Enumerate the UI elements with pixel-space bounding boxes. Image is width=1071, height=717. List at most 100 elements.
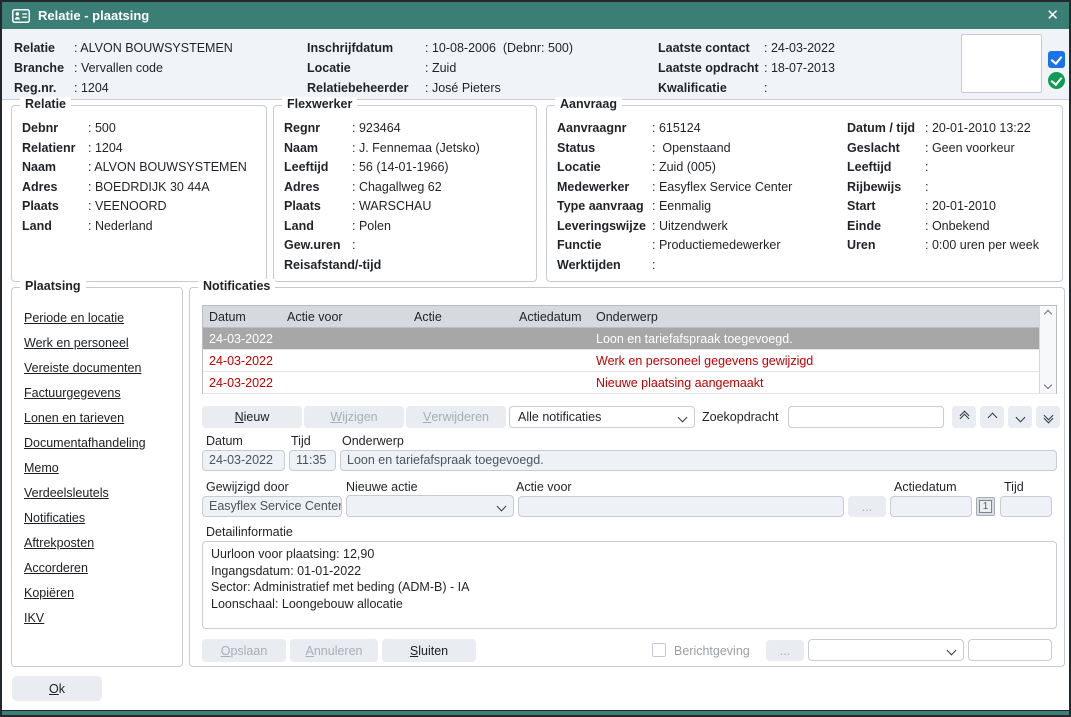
sidebar-item-documentafhandeling[interactable]: Documentafhandeling bbox=[24, 436, 182, 450]
col-header-actie[interactable]: Actie bbox=[408, 306, 513, 327]
table-row[interactable]: 24-03-2022 Loon en tariefafspraak toegev… bbox=[203, 328, 1056, 350]
field-value: Eenmalig bbox=[652, 197, 711, 217]
col-header-actie-voor[interactable]: Actie voor bbox=[281, 306, 408, 327]
field-value: 20-01-2010 13:22 bbox=[925, 119, 1031, 139]
sidebar-item-verdeelsleutels[interactable]: Verdeelsleutels bbox=[24, 486, 182, 500]
titlebar[interactable]: Relatie - plaatsing ✕ bbox=[2, 2, 1069, 29]
header-column-relatie: RelatieALVON BOUWSYSTEMEN BrancheVervall… bbox=[14, 38, 233, 98]
actiedatum-field[interactable] bbox=[890, 496, 972, 517]
chevron-down-icon bbox=[1015, 412, 1025, 422]
field-label: Regnr bbox=[284, 119, 352, 139]
header-label: Laatste opdracht bbox=[658, 58, 764, 78]
onderwerp-field[interactable]: Loon en tariefafspraak toegevoegd. bbox=[340, 450, 1057, 471]
berichtgeving-checkbox[interactable] bbox=[652, 643, 666, 657]
sluiten-button[interactable]: Sluiten bbox=[382, 639, 476, 662]
annuleren-button[interactable]: Annuleren bbox=[290, 639, 378, 662]
header-label: Kwalificatie bbox=[658, 78, 764, 98]
field-label: Plaats bbox=[22, 197, 88, 217]
cell-datum: 24-03-2022 bbox=[203, 372, 281, 393]
zoekopdracht-input[interactable] bbox=[788, 406, 944, 428]
sidebar-item-lonen-en-tarieven[interactable]: Lonen en tarieven bbox=[24, 411, 182, 425]
cell-onderwerp: Werk en personeel gegevens gewijzigd bbox=[590, 350, 1056, 371]
verwijderen-button[interactable]: Verwijderen bbox=[406, 406, 506, 428]
field-value: Productiemedewerker bbox=[652, 236, 781, 256]
wijzigen-button[interactable]: Wijzigen bbox=[304, 406, 404, 428]
col-header-onderwerp[interactable]: Onderwerp bbox=[590, 306, 1056, 327]
scroll-down-icon[interactable] bbox=[1044, 381, 1052, 389]
chevron-up-icon bbox=[987, 412, 997, 422]
field-label: Medewerker bbox=[557, 178, 652, 198]
header-value: 18-07-2013 bbox=[764, 58, 835, 78]
ok-button[interactable]: Ok bbox=[12, 676, 102, 701]
field-label: Functie bbox=[557, 236, 652, 256]
field-label: Aanvraagnr bbox=[557, 119, 652, 139]
sidebar-item-vereiste-documenten[interactable]: Vereiste documenten bbox=[24, 361, 182, 375]
sidebar-item-aftrekposten[interactable]: Aftrekposten bbox=[24, 536, 182, 550]
field-value bbox=[925, 178, 932, 198]
actie-voor-browse-button[interactable]: ... bbox=[848, 496, 886, 517]
berichtgeving-browse-button[interactable]: ... bbox=[766, 640, 804, 661]
sidebar-item-accorderen[interactable]: Accorderen bbox=[24, 561, 182, 575]
photo-placeholder bbox=[961, 34, 1042, 93]
field-value: J. Fennemaa (Jetsko) bbox=[352, 139, 480, 159]
sidebar-item-werk-en-personeel[interactable]: Werk en personeel bbox=[24, 336, 182, 350]
sidebar-item-factuurgegevens[interactable]: Factuurgegevens bbox=[24, 386, 182, 400]
berichtgeving-select[interactable] bbox=[808, 639, 964, 661]
datum-field[interactable]: 24-03-2022 bbox=[202, 450, 285, 471]
col-header-actiedatum[interactable]: Actiedatum bbox=[513, 306, 590, 327]
header-label: Relatiebeheerder bbox=[307, 78, 425, 98]
aanvraag-legend: Aanvraag bbox=[555, 97, 622, 111]
actie-voor-field[interactable] bbox=[518, 496, 844, 517]
tijd2-field[interactable] bbox=[1000, 496, 1052, 517]
gewijzigd-door-field[interactable]: Easyflex Service Center bbox=[202, 496, 342, 517]
nieuwe-actie-select[interactable] bbox=[346, 495, 514, 517]
plaatsing-legend: Plaatsing bbox=[20, 279, 86, 293]
sidebar-item-notificaties[interactable]: Notificaties bbox=[24, 511, 182, 525]
cell-datum: 24-03-2022 bbox=[203, 350, 281, 371]
previous-record-button[interactable] bbox=[980, 406, 1004, 428]
header-label: Reg.nr. bbox=[14, 78, 74, 98]
first-record-button[interactable] bbox=[952, 406, 976, 428]
field-label: Gew.uren bbox=[284, 236, 352, 256]
notification-filter-select[interactable]: Alle notificaties bbox=[509, 406, 695, 428]
cell-actie bbox=[408, 372, 513, 393]
table-row[interactable]: 24-03-2022 Nieuwe plaatsing aangemaakt bbox=[203, 372, 1056, 394]
header-label: Relatie bbox=[14, 38, 74, 58]
chevron-down-icon bbox=[497, 501, 507, 511]
field-label: Land bbox=[284, 217, 352, 237]
table-scrollbar[interactable] bbox=[1039, 306, 1056, 393]
field-label: Werktijden bbox=[557, 256, 652, 276]
close-icon[interactable]: ✕ bbox=[1046, 8, 1059, 23]
aanvraag-groupbox: Aanvraag Aanvraagnr615124 Status Opensta… bbox=[546, 105, 1063, 282]
field-value: 500 bbox=[88, 119, 116, 139]
detailinformatie-text[interactable]: Uurloon voor plaatsing: 12,90 Ingangsdat… bbox=[202, 541, 1057, 629]
next-record-button[interactable] bbox=[1008, 406, 1032, 428]
opslaan-button[interactable]: Opslaan bbox=[202, 639, 286, 662]
scroll-up-icon[interactable] bbox=[1044, 310, 1052, 318]
last-record-button[interactable] bbox=[1036, 406, 1060, 428]
sidebar-item-periode-en-locatie[interactable]: Periode en locatie bbox=[24, 311, 182, 325]
nieuw-button[interactable]: Nieuw bbox=[202, 406, 302, 428]
berichtgeving-extra-field[interactable] bbox=[968, 639, 1052, 661]
field-value: Chagallweg 62 bbox=[352, 178, 442, 198]
field-label: Einde bbox=[847, 217, 925, 237]
actie-voor-label: Actie voor bbox=[516, 480, 572, 494]
tijd-field[interactable]: 11:35 bbox=[289, 450, 336, 471]
field-value: ALVON BOUWSYSTEMEN bbox=[88, 158, 247, 178]
col-header-datum[interactable]: Datum bbox=[203, 306, 281, 327]
field-value: Nederland bbox=[88, 217, 153, 237]
calendar-button[interactable]: 1 bbox=[976, 497, 995, 516]
sidebar-item-kopieren[interactable]: Kopiëren bbox=[24, 586, 182, 600]
table-row[interactable]: 24-03-2022 Werk en personeel gegevens ge… bbox=[203, 350, 1056, 372]
relatie-groupbox: Relatie Debnr500 Relatienr1204 NaamALVON… bbox=[11, 105, 267, 282]
onderwerp-label: Onderwerp bbox=[342, 434, 404, 448]
blue-checkbox-icon[interactable] bbox=[1048, 51, 1065, 68]
window-title: Relatie - plaatsing bbox=[38, 8, 149, 23]
sidebar-item-memo[interactable]: Memo bbox=[24, 461, 182, 475]
field-label: Relatienr bbox=[22, 139, 88, 159]
header-value bbox=[764, 78, 771, 98]
header-label: Laatste contact bbox=[658, 38, 764, 58]
sidebar-item-ikv[interactable]: IKV bbox=[24, 611, 182, 625]
contact-card-icon bbox=[12, 9, 30, 23]
field-label: Leveringswijze bbox=[557, 217, 652, 237]
